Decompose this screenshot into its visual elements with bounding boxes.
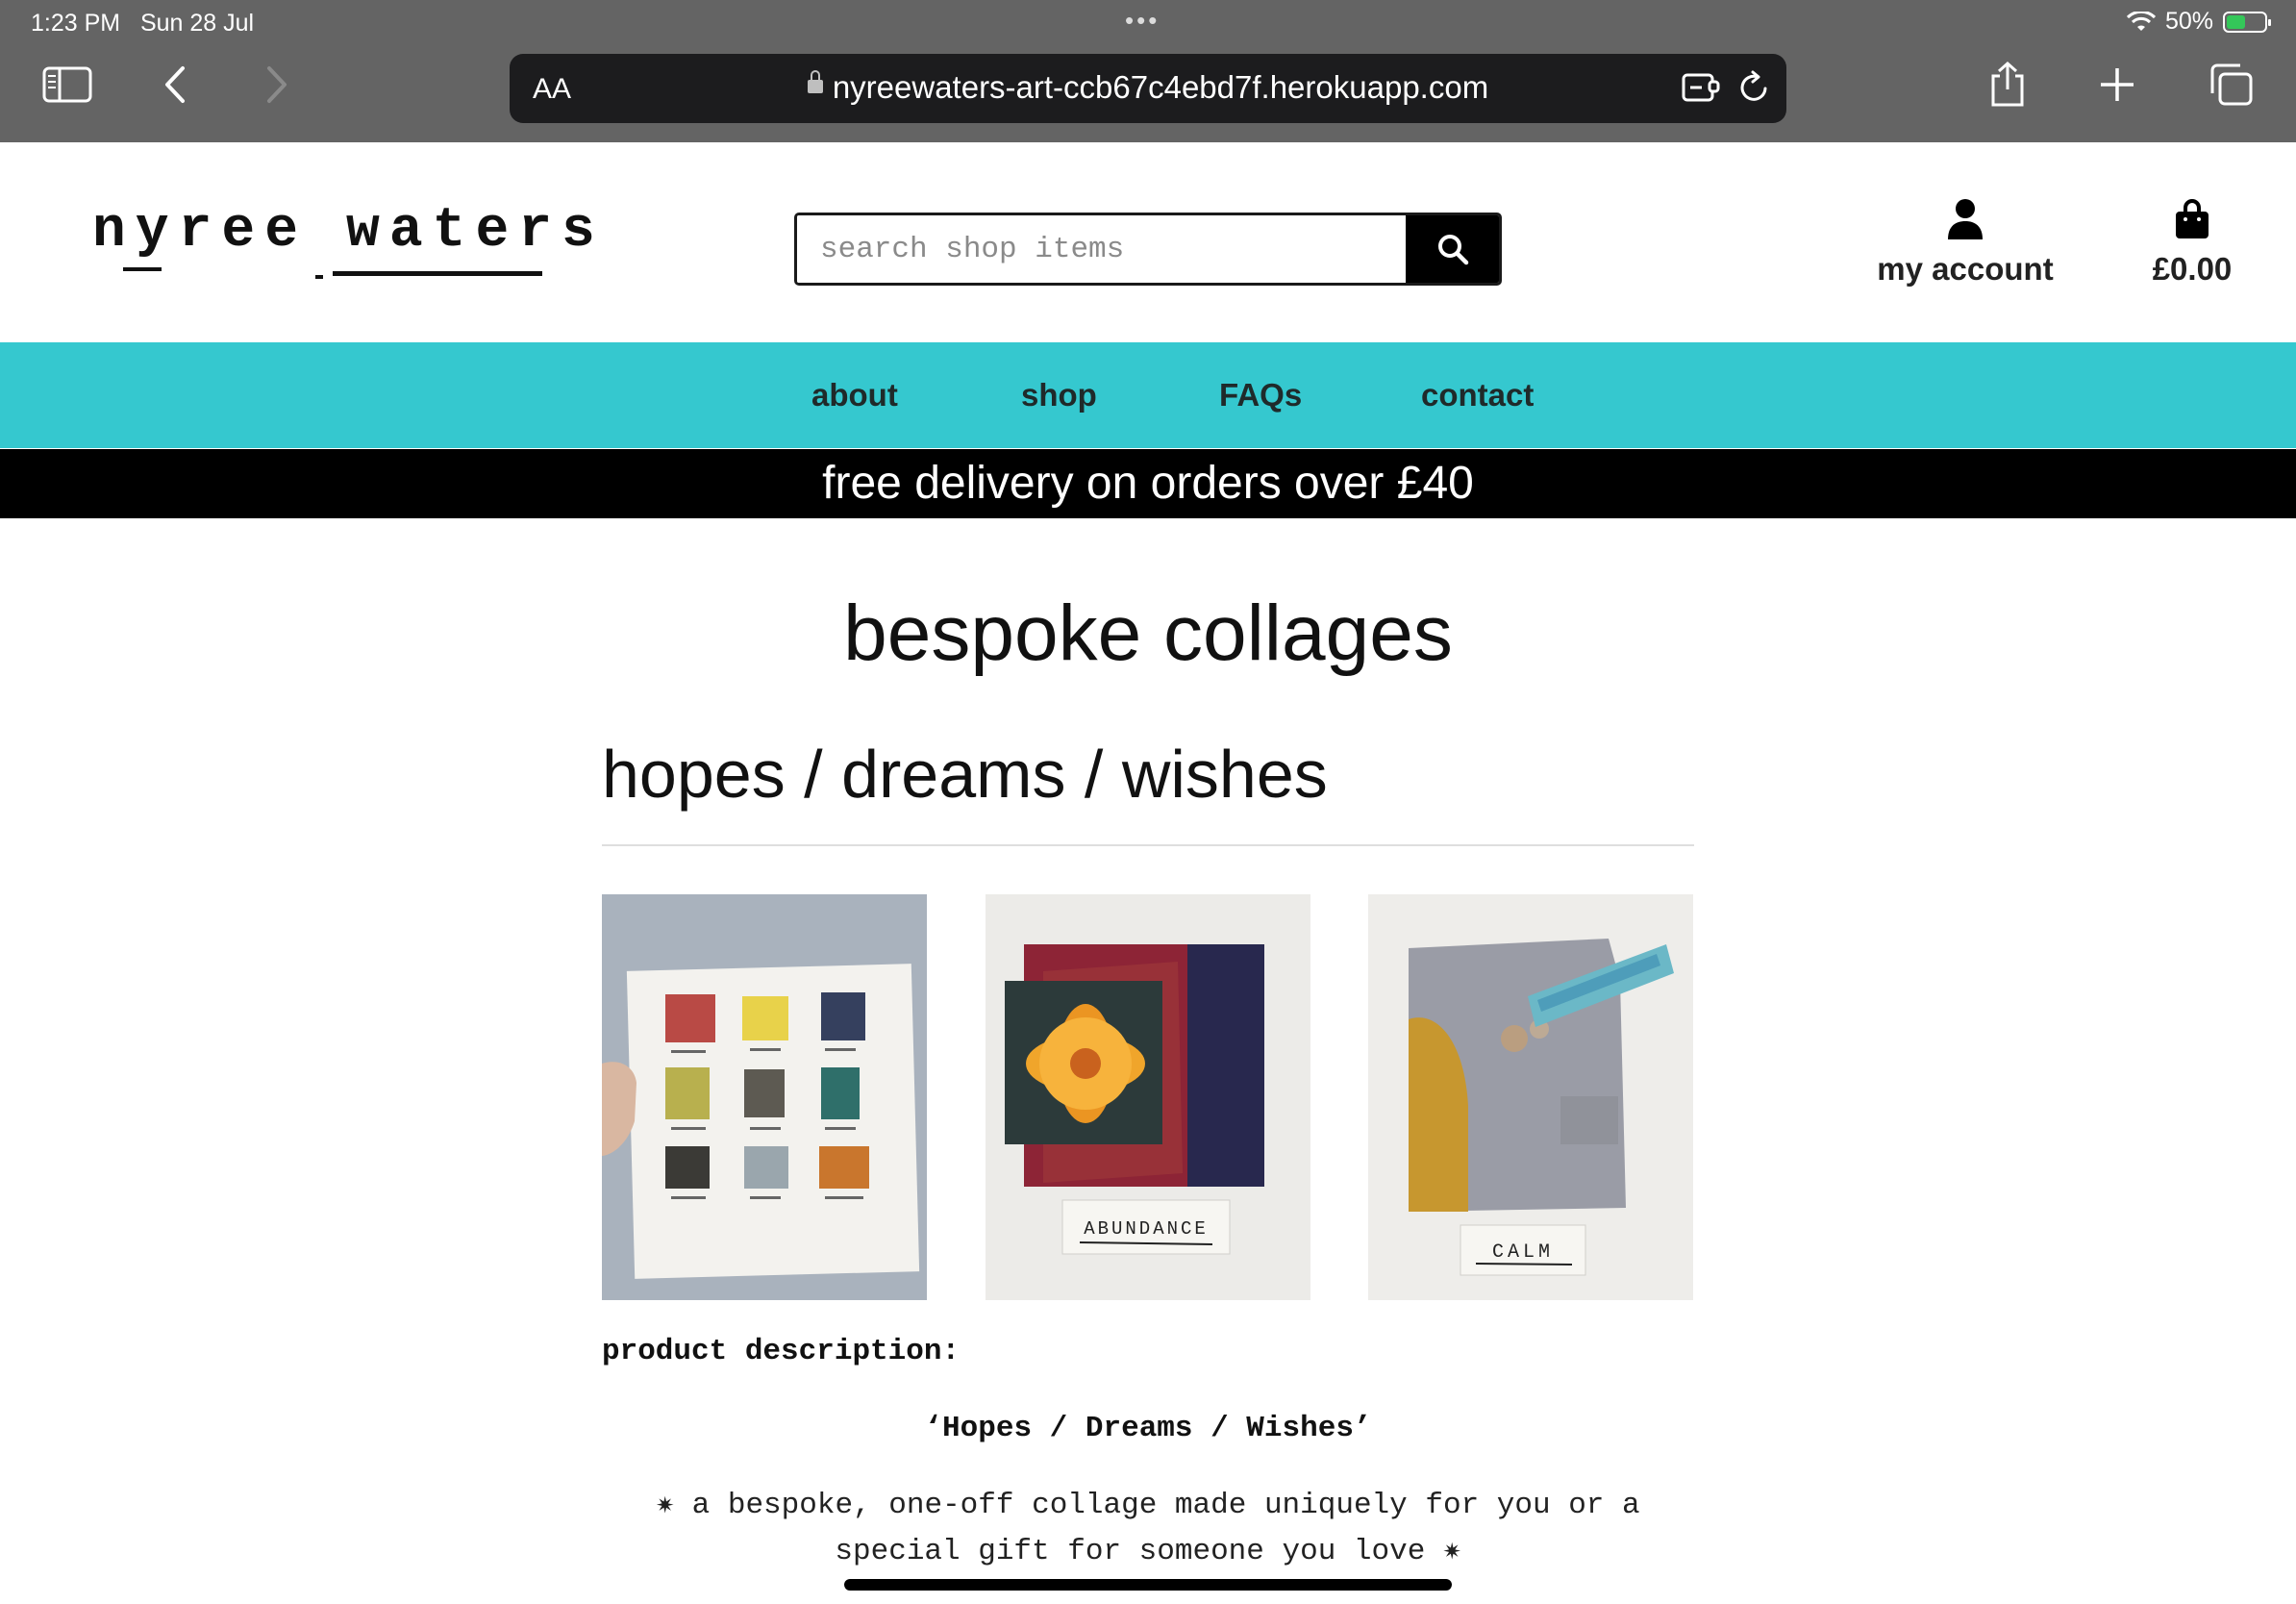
- product-image-1[interactable]: [602, 894, 927, 1300]
- description-label: product description:: [602, 1335, 961, 1368]
- nav-item-shop[interactable]: shop: [1021, 377, 1097, 414]
- wifi-icon: [2126, 11, 2156, 31]
- my-account-link[interactable]: my account: [1875, 198, 2056, 288]
- cart-link[interactable]: £0.00: [2134, 198, 2250, 288]
- battery-level: [2227, 14, 2245, 29]
- nav-item-contact[interactable]: contact: [1421, 377, 1534, 414]
- shopping-bag-icon: [2176, 199, 2209, 238]
- status-date: Sun 28 Jul: [139, 10, 255, 37]
- user-icon: [1948, 199, 1983, 239]
- product-image-2[interactable]: ABUNDANCE: [986, 894, 1310, 1300]
- sidebar-icon[interactable]: [38, 56, 96, 113]
- tabs-overview-icon[interactable]: [2202, 56, 2259, 113]
- search-input[interactable]: [797, 215, 1409, 283]
- product-description: ✷ a bespoke, one-off collage made unique…: [656, 1489, 1640, 1568]
- divider: [602, 844, 1694, 846]
- logo-word-waters: waters: [346, 200, 605, 263]
- battery-percent: 50%: [2164, 8, 2213, 35]
- logo-underline: [333, 271, 542, 276]
- cart-total: £0.00: [2152, 251, 2233, 287]
- search-box: [794, 213, 1502, 286]
- address-bar[interactable]: AA nyreewaters-art-ccb67c4ebd7f.herokuap…: [510, 54, 1786, 123]
- reload-icon[interactable]: [1736, 69, 1771, 111]
- status-time: 1:23 PM Sun 28 Jul: [31, 10, 254, 38]
- back-icon[interactable]: [146, 56, 204, 113]
- logo-underline: [315, 275, 323, 279]
- share-icon[interactable]: [1979, 56, 2036, 113]
- main-nav: about shop FAQs contact: [0, 342, 2296, 448]
- status-clock: 1:23 PM: [31, 10, 121, 37]
- forward-icon[interactable]: [248, 56, 306, 113]
- extensions-icon[interactable]: [1681, 69, 1721, 109]
- nav-item-faqs[interactable]: FAQs: [1219, 377, 1302, 414]
- home-indicator[interactable]: [844, 1579, 1452, 1591]
- url-text: nyreewaters-art-ccb67c4ebd7f.herokuapp.c…: [832, 69, 1489, 105]
- battery-icon: [2223, 11, 2271, 33]
- new-tab-icon[interactable]: [2088, 56, 2146, 113]
- browser-chrome: 1:23 PM Sun 28 Jul ••• 50% AA nyreewater…: [0, 0, 2296, 142]
- my-account-label: my account: [1877, 251, 2054, 287]
- page-title: bespoke collages: [843, 589, 1453, 677]
- search-button[interactable]: [1406, 215, 1499, 283]
- product-image-3[interactable]: CALM: [1368, 894, 1693, 1300]
- url-display[interactable]: nyreewaters-art-ccb67c4ebd7f.herokuapp.c…: [510, 69, 1786, 106]
- product-quote: ‘Hopes / Dreams / Wishes’: [924, 1412, 1372, 1445]
- logo-word-nyree: nyree: [92, 200, 309, 263]
- logo-underline: [123, 267, 162, 271]
- image-label-abundance: ABUNDANCE: [1084, 1218, 1209, 1240]
- lock-icon: [807, 70, 823, 94]
- nav-item-about[interactable]: about: [811, 377, 898, 414]
- multitasking-dots-icon[interactable]: •••: [1125, 6, 1160, 36]
- image-label-calm: CALM: [1492, 1241, 1554, 1264]
- promo-banner: free delivery on orders over £40: [0, 449, 2296, 518]
- product-title: hopes / dreams / wishes: [602, 737, 1328, 812]
- status-right: 50%: [2126, 8, 2271, 36]
- search-icon: [1437, 235, 1468, 265]
- site-logo[interactable]: nyree waters: [92, 200, 605, 263]
